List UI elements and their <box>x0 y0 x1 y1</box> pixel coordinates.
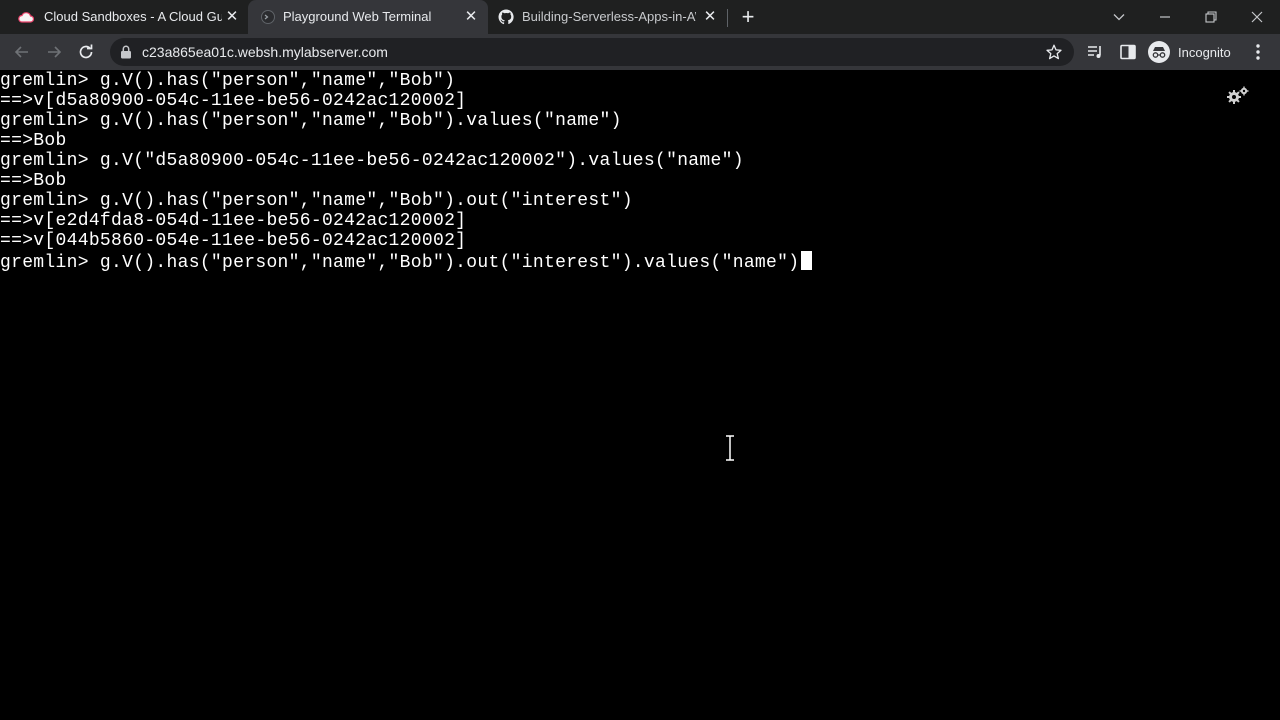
profile-incognito-button[interactable]: Incognito <box>1148 40 1231 64</box>
media-playlist-icon[interactable] <box>1086 43 1104 61</box>
ibeam-mouse-cursor-icon <box>726 434 734 462</box>
terminal-line: ==>v[d5a80900-054c-11ee-be56-0242ac12000… <box>0 91 467 111</box>
url-text: c23a865ea01c.websh.mylabserver.com <box>142 44 388 60</box>
terminal-line: gremlin> g.V().has("person","name","Bob"… <box>0 111 622 131</box>
minimize-button[interactable] <box>1142 0 1188 34</box>
tab-playground-web-terminal[interactable]: Playground Web Terminal ✕ <box>248 0 488 34</box>
chevron-down-icon <box>1113 14 1125 21</box>
terminal-line: gremlin> g.V().has("person","name","Bob"… <box>0 191 633 211</box>
address-bar[interactable]: c23a865ea01c.websh.mylabserver.com <box>110 38 1074 66</box>
close-icon <box>1251 11 1263 23</box>
incognito-icon <box>1148 41 1170 63</box>
tab-building-serverless-apps[interactable]: Building-Serverless-Apps-in-AWS ✕ <box>488 0 726 34</box>
new-tab-button[interactable]: + <box>738 6 758 28</box>
tab-search-button[interactable] <box>1096 0 1142 34</box>
browser-toolbar: c23a865ea01c.websh.mylabserver.com Incog… <box>0 34 1280 70</box>
restore-icon <box>1205 11 1217 23</box>
terminal-current-input: gremlin> g.V().has("person","name","Bob"… <box>0 253 800 273</box>
tab-divider <box>727 9 728 27</box>
terminal-line: ==>Bob <box>0 131 67 151</box>
terminal-line: gremlin> g.V("d5a80900-054c-11ee-be56-02… <box>0 151 744 171</box>
tab-title: Cloud Sandboxes - A Cloud Guru <box>44 9 222 24</box>
close-window-button[interactable] <box>1234 0 1280 34</box>
bookmark-star-icon[interactable] <box>1046 44 1062 60</box>
minimize-icon <box>1160 16 1170 18</box>
reload-icon[interactable] <box>76 42 96 62</box>
terminal-line: gremlin> g.V().has("person","name","Bob"… <box>0 71 456 91</box>
tab-cloud-sandboxes[interactable]: Cloud Sandboxes - A Cloud Guru ✕ <box>0 0 248 34</box>
terminal-line: ==>v[e2d4fda8-054d-11ee-be56-0242ac12000… <box>0 211 467 231</box>
terminal-line: ==>v[044b5860-054e-11ee-be56-0242ac12000… <box>0 231 467 251</box>
back-arrow-icon[interactable] <box>12 42 32 62</box>
terminal-globe-icon <box>261 10 275 24</box>
terminal-input-line[interactable]: gremlin> g.V().has("person","name","Bob"… <box>0 251 813 273</box>
forward-arrow-icon[interactable] <box>44 42 64 62</box>
settings-gears-icon[interactable] <box>1226 86 1250 106</box>
close-tab-icon[interactable]: ✕ <box>702 9 718 25</box>
profile-label: Incognito <box>1178 44 1231 60</box>
terminal-line: ==>Bob <box>0 171 67 191</box>
side-panel-icon[interactable] <box>1119 43 1137 61</box>
more-menu-icon[interactable] <box>1250 43 1266 61</box>
tab-title: Building-Serverless-Apps-in-AWS <box>522 9 696 24</box>
tab-strip: Cloud Sandboxes - A Cloud Guru ✕ Playgro… <box>0 0 1280 34</box>
tab-title: Playground Web Terminal <box>283 9 432 24</box>
restore-button[interactable] <box>1188 0 1234 34</box>
lock-icon[interactable] <box>120 45 132 59</box>
text-cursor <box>801 251 813 270</box>
close-tab-icon[interactable]: ✕ <box>463 9 479 25</box>
web-terminal[interactable]: gremlin> g.V().has("person","name","Bob"… <box>0 70 1280 720</box>
cloud-icon <box>18 12 34 23</box>
github-icon <box>498 9 514 25</box>
close-tab-icon[interactable]: ✕ <box>224 9 240 25</box>
